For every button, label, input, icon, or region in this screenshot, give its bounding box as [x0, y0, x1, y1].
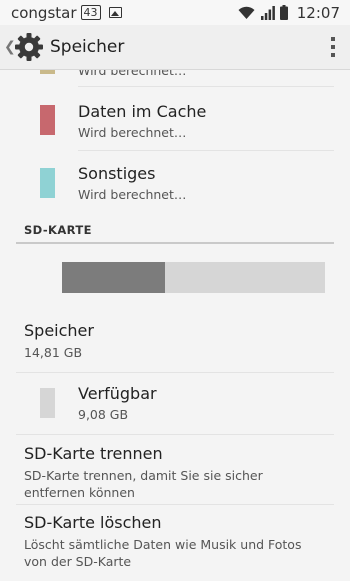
overflow-menu-icon[interactable] — [330, 37, 336, 57]
clock: 12:07 — [296, 3, 340, 22]
back-chevron-icon[interactable]: ❮ — [4, 39, 16, 55]
legend-swatch — [40, 168, 55, 198]
item-title: Verfügbar — [78, 384, 157, 403]
item-subtitle: 14,81 GB — [24, 345, 83, 360]
section-header-sd-card: SD-KARTE — [24, 223, 92, 237]
battery-icon — [279, 5, 288, 20]
section-divider — [16, 242, 334, 244]
sd-usage-bar — [62, 262, 325, 293]
page-title: Speicher — [50, 37, 125, 57]
wifi-icon — [238, 6, 255, 19]
item-description: Löscht sämtliche Daten wie Musik und Fot… — [24, 537, 302, 569]
item-title: Sonstiges — [78, 164, 156, 183]
item-title: SD-Karte löschen — [24, 513, 162, 532]
sd-usage-bar-used — [62, 262, 165, 293]
legend-swatch — [40, 70, 55, 74]
legend-swatch — [40, 105, 55, 135]
list-item-partial[interactable]: Wird berechnet… — [24, 70, 334, 80]
list-item-cache[interactable]: Daten im Cache Wird berechnet… — [24, 87, 334, 150]
list-item-other[interactable]: Sonstiges Wird berechnet… — [24, 151, 334, 214]
item-subtitle: Wird berechnet… — [78, 70, 187, 78]
signal-icon — [260, 5, 275, 20]
item-subtitle: 9,08 GB — [78, 407, 129, 422]
item-subtitle: Wird berechnet… — [78, 125, 187, 140]
carrier-name: congstar — [11, 3, 77, 22]
divider — [16, 504, 334, 505]
item-description: SD-Karte trennen, damit Sie sie sicher e… — [24, 468, 263, 500]
item-title: Speicher — [24, 321, 94, 340]
item-subtitle: Wird berechnet… — [78, 187, 187, 202]
item-title: SD-Karte trennen — [24, 444, 163, 463]
settings-gear-icon[interactable] — [14, 32, 44, 62]
status-bar: congstar 43 12:07 — [0, 0, 350, 25]
notification-badge-icon: 43 — [80, 5, 101, 20]
action-bar: ❮ Speicher — [0, 25, 350, 70]
item-title: Daten im Cache — [78, 102, 207, 121]
storage-list: Wird berechnet… Daten im Cache Wird bere… — [0, 70, 350, 581]
divider — [16, 372, 334, 373]
picture-notification-icon — [108, 7, 122, 18]
legend-swatch — [40, 388, 55, 418]
divider — [16, 434, 334, 435]
